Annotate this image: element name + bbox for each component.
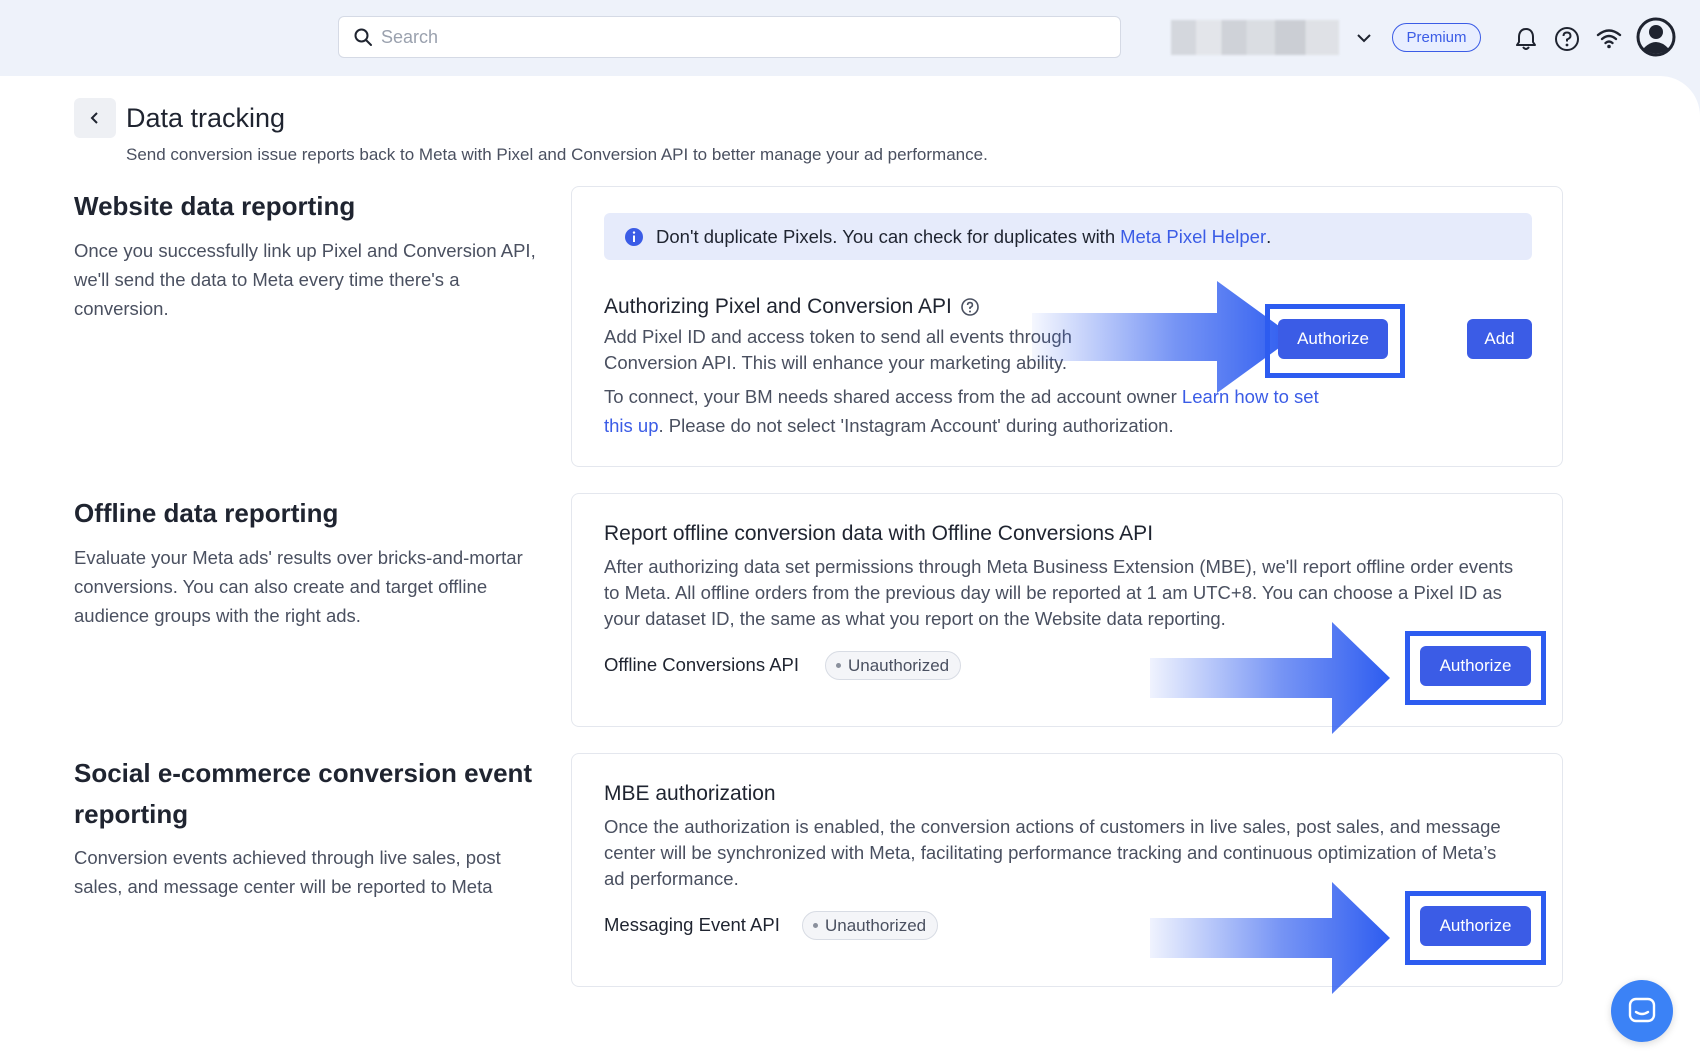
section-title-offline: Offline data reporting xyxy=(74,498,339,528)
mbe-card-description: Once the authorization is enabled, the c… xyxy=(604,816,1501,889)
premium-badge[interactable]: Premium xyxy=(1392,23,1481,52)
pixel-card-description: Add Pixel ID and access token to send al… xyxy=(604,326,1072,373)
page-title: Data tracking xyxy=(126,103,286,133)
avatar-icon[interactable] xyxy=(1636,17,1676,57)
add-pixel-button[interactable]: Add xyxy=(1467,319,1532,359)
instructions-text-b: . Please do not select 'Instagram Accoun… xyxy=(658,415,1174,436)
authorize-offline-button[interactable]: Authorize xyxy=(1420,646,1531,686)
mbe-card-title: MBE authorization xyxy=(604,782,776,805)
authorize-pixel-button[interactable]: Authorize xyxy=(1278,319,1388,359)
arrow-pointer xyxy=(1150,882,1390,994)
pixel-card-title: Authorizing Pixel and Conversion API xyxy=(604,295,980,319)
info-icon xyxy=(625,227,643,246)
card-website-reporting: Don't duplicate Pixels. You can check fo… xyxy=(571,186,1563,467)
help-icon[interactable] xyxy=(1553,25,1581,53)
offline-status-text: Unauthorized xyxy=(848,655,950,675)
offline-card-description: After authorizing data set permissions t… xyxy=(604,556,1514,629)
arrow-pointer xyxy=(1032,281,1294,393)
notice-end: . xyxy=(1266,225,1272,247)
search-icon xyxy=(354,28,372,46)
arrow-pointer xyxy=(1150,622,1390,734)
chat-icon xyxy=(1628,997,1656,1023)
question-circle-icon[interactable] xyxy=(960,297,980,317)
pixel-card-title-text: Authorizing Pixel and Conversion API xyxy=(604,295,952,318)
meta-pixel-helper-link[interactable]: Meta Pixel Helper xyxy=(1120,226,1266,248)
chat-button[interactable] xyxy=(1611,980,1673,1042)
back-button[interactable] xyxy=(74,98,116,138)
top-bar: Premium xyxy=(0,0,1700,76)
offline-api-label: Offline Conversions API xyxy=(604,654,800,675)
page-subtitle: Send conversion issue reports back to Me… xyxy=(126,145,988,164)
card-offline-reporting: Report offline conversion data with Offl… xyxy=(571,493,1563,734)
account-selector[interactable] xyxy=(1171,20,1339,55)
section-title-social: Social e-commerce conversion event repor… xyxy=(74,758,533,829)
messaging-status-text: Unauthorized xyxy=(825,915,927,935)
notice-text: Don't duplicate Pixels. You can check fo… xyxy=(656,225,1116,247)
messaging-status-badge: Unauthorized xyxy=(802,911,939,940)
section-desc-website: Once you successfully link up Pixel and … xyxy=(74,240,536,319)
section-desc-offline: Evaluate your Meta ads' results over bri… xyxy=(74,547,523,626)
main-panel: Data tracking Send conversion issue repo… xyxy=(0,76,1700,1054)
wifi-icon xyxy=(1596,29,1622,49)
authorize-mbe-button[interactable]: Authorize xyxy=(1420,906,1531,946)
status-dot xyxy=(813,923,818,928)
section-title-website: Website data reporting xyxy=(74,191,356,221)
status-dot xyxy=(836,663,841,668)
messaging-api-label: Messaging Event API xyxy=(604,914,780,935)
chevron-down-icon[interactable] xyxy=(1354,28,1374,48)
offline-status-badge: Unauthorized xyxy=(825,651,962,680)
search-input[interactable] xyxy=(381,26,1081,48)
search-box[interactable] xyxy=(338,16,1121,58)
card-mbe-authorization: MBE authorization Once the authorization… xyxy=(571,753,1563,994)
duplicate-pixel-notice: Don't duplicate Pixels. You can check fo… xyxy=(604,213,1532,260)
back-chevron-icon xyxy=(90,112,98,124)
section-desc-social: Conversion events achieved through live … xyxy=(74,847,501,897)
offline-card-title: Report offline conversion data with Offl… xyxy=(604,522,1154,545)
bell-icon[interactable] xyxy=(1512,25,1540,53)
